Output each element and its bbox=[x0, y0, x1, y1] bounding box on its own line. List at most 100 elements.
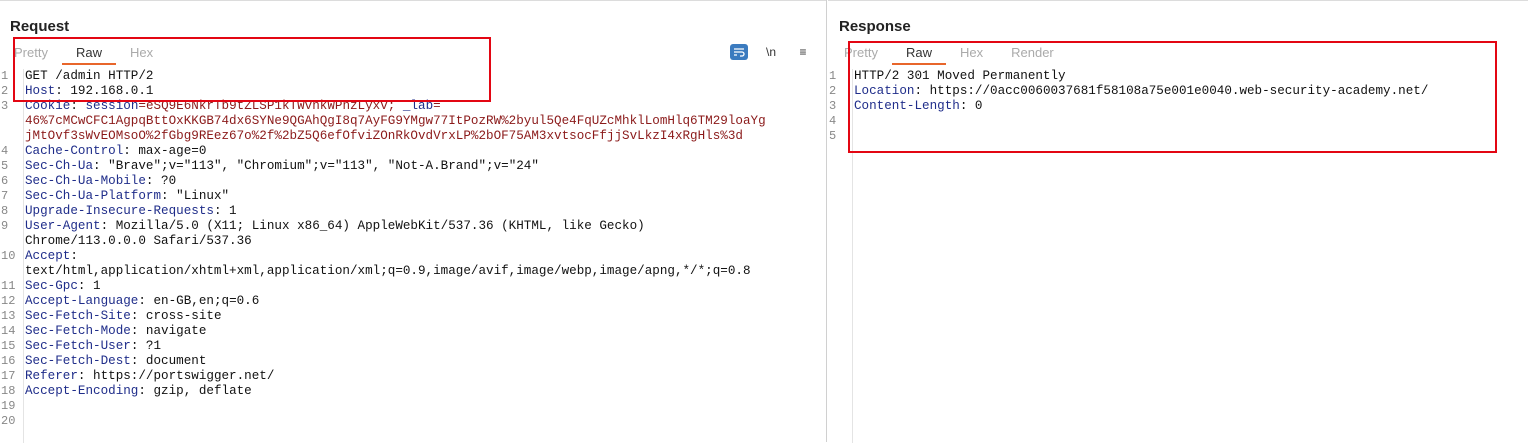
code-row: jMtOvf3sWvEOMsoO%2fGbg9REez67o%2f%2bZ5Q6… bbox=[25, 129, 826, 144]
code-line: 4 bbox=[829, 114, 1528, 129]
header-name: Accept-Language bbox=[25, 294, 139, 308]
code-row: Content-Length: 0 bbox=[854, 99, 1528, 114]
code-text: =eSQ9E6NkrTb9tZLSP1kTWvnkWPnzLyxv; bbox=[138, 99, 403, 113]
line-number: 6 bbox=[1, 174, 9, 188]
code-text: Chrome/113.0.0.0 Safari/537.36 bbox=[25, 234, 252, 248]
header-name: Content-Length bbox=[854, 99, 960, 113]
header-name: Accept bbox=[25, 249, 71, 263]
response-pane: Response Pretty Raw Hex Render 1 HTTP/2 301 … bbox=[828, 0, 1528, 443]
code-text: : 1 bbox=[213, 204, 237, 218]
header-name: User-Agent bbox=[25, 219, 101, 233]
line-number: 19 bbox=[1, 399, 16, 413]
line-number: 7 bbox=[1, 189, 9, 203]
header-name: Host bbox=[25, 84, 56, 98]
code-row: Cache-Control: max-age=0 bbox=[25, 144, 826, 159]
code-text: 46%7cMCwCFC1AgpqBttOxKKGB74dx6SYNe9QGAhQ… bbox=[25, 114, 766, 128]
menu-icon[interactable]: ≡ bbox=[794, 44, 812, 60]
code-text: : https://0acc0060037681f58108a75e001e00… bbox=[914, 84, 1429, 98]
code-text: : 0 bbox=[959, 99, 983, 113]
code-line: 16 Sec-Fetch-Dest: document bbox=[1, 354, 826, 369]
tab-render[interactable]: Render bbox=[997, 43, 1068, 65]
response-tabs: Pretty Raw Hex Render bbox=[844, 43, 1068, 65]
code-row: Sec-Ch-Ua-Mobile: ?0 bbox=[25, 174, 826, 189]
header-name: Cookie bbox=[25, 99, 71, 113]
tab-pretty[interactable]: Pretty bbox=[844, 43, 892, 65]
code-row: 46%7cMCwCFC1AgpqBttOxKKGB74dx6SYNe9QGAhQ… bbox=[25, 114, 826, 129]
line-number: 1 bbox=[829, 69, 837, 83]
code-text: : en-GB,en;q=0.6 bbox=[138, 294, 260, 308]
tab-hex[interactable]: Hex bbox=[116, 43, 167, 65]
header-name: Upgrade-Insecure-Requests bbox=[25, 204, 214, 218]
request-content[interactable]: 1 GET /admin HTTP/2 2 Host: 192.168.0.1 3 Coo… bbox=[1, 69, 826, 429]
code-text: : https://portswigger.net/ bbox=[77, 369, 275, 383]
code-text: jMtOvf3sWvEOMsoO%2fGbg9REez67o%2f%2bZ5Q6… bbox=[25, 129, 743, 143]
header-name: Referer bbox=[25, 369, 78, 383]
header-name: Accept-Encoding bbox=[25, 384, 139, 398]
code-row: Sec-Fetch-Dest: document bbox=[25, 354, 826, 369]
line-number: 8 bbox=[1, 204, 9, 218]
header-name: Sec-Ch-Ua-Platform bbox=[25, 189, 162, 203]
response-editor[interactable]: 1 HTTP/2 301 Moved Permanently 2 Location: … bbox=[828, 69, 1528, 443]
code-text: : bbox=[70, 99, 86, 113]
code-row: Accept-Language: en-GB,en;q=0.6 bbox=[25, 294, 826, 309]
line-number: 10 bbox=[1, 249, 16, 263]
code-row bbox=[854, 129, 1528, 144]
line-number: 16 bbox=[1, 354, 16, 368]
tab-hex[interactable]: Hex bbox=[946, 43, 997, 65]
code-text: : ?0 bbox=[145, 174, 177, 188]
code-row: Sec-Ch-Ua: "Brave";v="113", "Chromium";v… bbox=[25, 159, 826, 174]
code-line: 5 bbox=[829, 129, 1528, 144]
code-text: : "Linux" bbox=[161, 189, 230, 203]
code-line: 15 Sec-Fetch-User: ?1 bbox=[1, 339, 826, 354]
request-tabs: Pretty Raw Hex bbox=[14, 43, 167, 65]
code-line: 12 Accept-Language: en-GB,en;q=0.6 bbox=[1, 294, 826, 309]
line-number: 14 bbox=[1, 324, 16, 338]
code-line: 7 Sec-Ch-Ua-Platform: "Linux" bbox=[1, 189, 826, 204]
header-name: session bbox=[85, 99, 139, 113]
code-row: Sec-Fetch-Site: cross-site bbox=[25, 309, 826, 324]
header-name: Sec-Fetch-User bbox=[25, 339, 131, 353]
code-text: : ?1 bbox=[130, 339, 162, 353]
code-row: Accept: bbox=[25, 249, 826, 264]
tab-raw[interactable]: Raw bbox=[891, 43, 946, 65]
code-row: HTTP/2 301 Moved Permanently bbox=[854, 69, 1528, 84]
code-row: Host: 192.168.0.1 bbox=[25, 84, 826, 99]
wrap-lines-icon[interactable] bbox=[730, 44, 748, 60]
code-line: 1 GET /admin HTTP/2 bbox=[1, 69, 826, 84]
newline-icon[interactable]: \n bbox=[762, 44, 780, 60]
code-text: : navigate bbox=[130, 324, 207, 338]
code-row: text/html,application/xhtml+xml,applicat… bbox=[25, 264, 826, 279]
code-text: : bbox=[70, 249, 78, 263]
line-number: 20 bbox=[1, 414, 16, 428]
tab-pretty[interactable]: Pretty bbox=[14, 43, 62, 65]
code-line: 18 Accept-Encoding: gzip, deflate bbox=[1, 384, 826, 399]
code-line: 6 Sec-Ch-Ua-Mobile: ?0 bbox=[1, 174, 826, 189]
header-name: Sec-Ch-Ua bbox=[25, 159, 94, 173]
pane-divider[interactable] bbox=[826, 0, 827, 442]
request-editor[interactable]: 1 GET /admin HTTP/2 2 Host: 192.168.0.1 3 Coo… bbox=[0, 69, 826, 443]
header-name: Sec-Gpc bbox=[25, 279, 78, 293]
code-line: 10 Accept: text/html,application/xhtml+xml… bbox=[1, 249, 826, 279]
request-title: Request bbox=[10, 18, 70, 35]
code-line: 8 Upgrade-Insecure-Requests: 1 bbox=[1, 204, 826, 219]
line-number: 9 bbox=[1, 219, 9, 233]
code-line: 1 HTTP/2 301 Moved Permanently bbox=[829, 69, 1528, 84]
line-number: 5 bbox=[1, 159, 9, 173]
line-number: 11 bbox=[1, 279, 16, 293]
code-text: : 1 bbox=[77, 279, 101, 293]
response-content[interactable]: 1 HTTP/2 301 Moved Permanently 2 Location: … bbox=[829, 69, 1528, 144]
code-line: 19 bbox=[1, 399, 826, 414]
code-text: : Mozilla/5.0 (X11; Linux x86_64) AppleW… bbox=[100, 219, 645, 233]
code-row: Sec-Fetch-User: ?1 bbox=[25, 339, 826, 354]
header-name: Cache-Control bbox=[25, 144, 124, 158]
code-text: HTTP/2 301 Moved Permanently bbox=[854, 69, 1066, 83]
code-text: : max-age=0 bbox=[123, 144, 207, 158]
line-number: 15 bbox=[1, 339, 16, 353]
code-text: : gzip, deflate bbox=[138, 384, 252, 398]
header-name: Location bbox=[854, 84, 915, 98]
code-row: Sec-Ch-Ua-Platform: "Linux" bbox=[25, 189, 826, 204]
tab-raw[interactable]: Raw bbox=[61, 43, 116, 65]
code-row bbox=[854, 114, 1528, 129]
code-line: 9 User-Agent: Mozilla/5.0 (X11; Linux x86… bbox=[1, 219, 826, 249]
header-name: Sec-Fetch-Dest bbox=[25, 354, 131, 368]
